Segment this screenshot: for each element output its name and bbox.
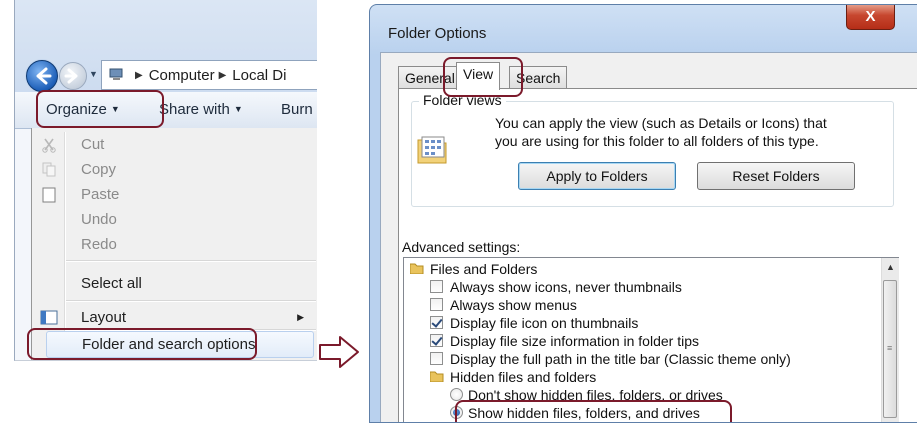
- step-arrow-icon: [319, 336, 359, 368]
- scroll-up-icon[interactable]: ▲: [886, 262, 895, 272]
- folder-options-dialog: Folder Options X General View Search Fol…: [369, 4, 917, 423]
- highlight-show-hidden: [455, 400, 732, 422]
- paste-icon: [40, 186, 58, 203]
- share-with-label: Share with: [159, 101, 230, 118]
- scissors-icon: [40, 136, 58, 153]
- reset-folders-button[interactable]: Reset Folders: [697, 162, 855, 190]
- organize-menu: Cut Copy Paste Undo Redo Select all Layo…: [31, 128, 317, 360]
- menu-separator: [66, 300, 316, 302]
- scrollbar-thumb[interactable]: ≡: [883, 280, 897, 418]
- folder-views-description: You can apply the view (such as Details …: [495, 115, 827, 149]
- highlight-folder-options: [27, 328, 257, 360]
- close-button[interactable]: X: [846, 5, 895, 30]
- chevron-down-icon: ▼: [233, 104, 243, 114]
- menu-item-layout[interactable]: Layout ▶: [32, 305, 316, 330]
- forward-button[interactable]: [59, 62, 87, 90]
- checkbox-checked[interactable]: [430, 334, 443, 347]
- breadcrumb-separator-icon[interactable]: ▶: [219, 70, 227, 81]
- radio-unselected[interactable]: [450, 388, 463, 401]
- setting-label: Display file icon on thumbnails: [450, 315, 639, 331]
- advanced-settings-list[interactable]: Files and Folders Always show icons, nev…: [403, 257, 899, 422]
- setting-label: Always show menus: [450, 297, 577, 313]
- setting-label: Display file size information in folder …: [450, 333, 699, 349]
- computer-icon: [109, 68, 125, 82]
- advanced-settings-label: Advanced settings:: [402, 239, 521, 255]
- setting-label: Display the full path in the title bar (…: [450, 351, 791, 367]
- copy-icon: [40, 161, 58, 178]
- menu-item-label: Undo: [81, 211, 117, 228]
- layout-icon: [40, 309, 58, 326]
- submenu-arrow-icon: ▶: [297, 312, 304, 322]
- recent-pages-dropdown-icon[interactable]: ▼: [89, 69, 98, 79]
- menu-item-label: Select all: [81, 275, 142, 292]
- apply-to-folders-button[interactable]: Apply to Folders: [518, 162, 676, 190]
- breadcrumb-computer[interactable]: Computer: [149, 67, 215, 84]
- menu-item-undo[interactable]: Undo: [32, 207, 316, 232]
- menu-item-label: Copy: [81, 161, 117, 178]
- tree-node-label: Files and Folders: [430, 261, 538, 277]
- folder-views-icon: [415, 132, 449, 171]
- menu-item-label: Redo: [81, 236, 117, 253]
- burn-label: Burn: [281, 101, 313, 118]
- highlight-organize: [36, 90, 164, 128]
- checkbox-unchecked[interactable]: [430, 352, 443, 365]
- checkbox-checked[interactable]: [430, 316, 443, 329]
- address-bar[interactable]: ▶ Computer ▶ Local Di: [101, 60, 317, 90]
- checkbox-unchecked[interactable]: [430, 298, 443, 311]
- forward-arrow-icon: [64, 68, 78, 84]
- breadcrumb-local-disk[interactable]: Local Di: [232, 67, 286, 84]
- dialog-title: Folder Options: [388, 25, 487, 42]
- burn-button[interactable]: Burn: [281, 101, 313, 118]
- menu-item-label: Paste: [81, 186, 120, 203]
- menu-item-select-all[interactable]: Select all: [32, 271, 316, 296]
- checkbox-unchecked[interactable]: [430, 280, 443, 293]
- close-icon: X: [865, 8, 876, 25]
- vertical-scrollbar[interactable]: ▲ ≡: [881, 258, 899, 422]
- menu-item-copy[interactable]: Copy: [32, 157, 316, 182]
- menu-item-redo[interactable]: Redo: [32, 232, 316, 257]
- breadcrumb-separator-icon[interactable]: ▶: [135, 70, 143, 81]
- folder-icon: [410, 263, 424, 274]
- setting-label: Always show icons, never thumbnails: [450, 279, 682, 295]
- menu-item-label: Layout: [81, 309, 127, 326]
- back-arrow-icon: [36, 67, 52, 85]
- tree-node-label: Hidden files and folders: [450, 369, 597, 385]
- grip-icon: ≡: [887, 343, 893, 353]
- share-with-button[interactable]: Share with ▼: [159, 101, 243, 118]
- menu-item-paste[interactable]: Paste: [32, 182, 316, 207]
- explorer-window: ▼ ▶ Computer ▶ Local Di Organize ▼ Share …: [14, 0, 317, 361]
- highlight-view-tab: [443, 57, 523, 97]
- menu-item-label: Cut: [81, 136, 105, 153]
- menu-separator: [66, 260, 316, 262]
- folder-icon: [430, 371, 444, 382]
- menu-item-cut[interactable]: Cut: [32, 132, 316, 157]
- back-button[interactable]: [26, 60, 58, 92]
